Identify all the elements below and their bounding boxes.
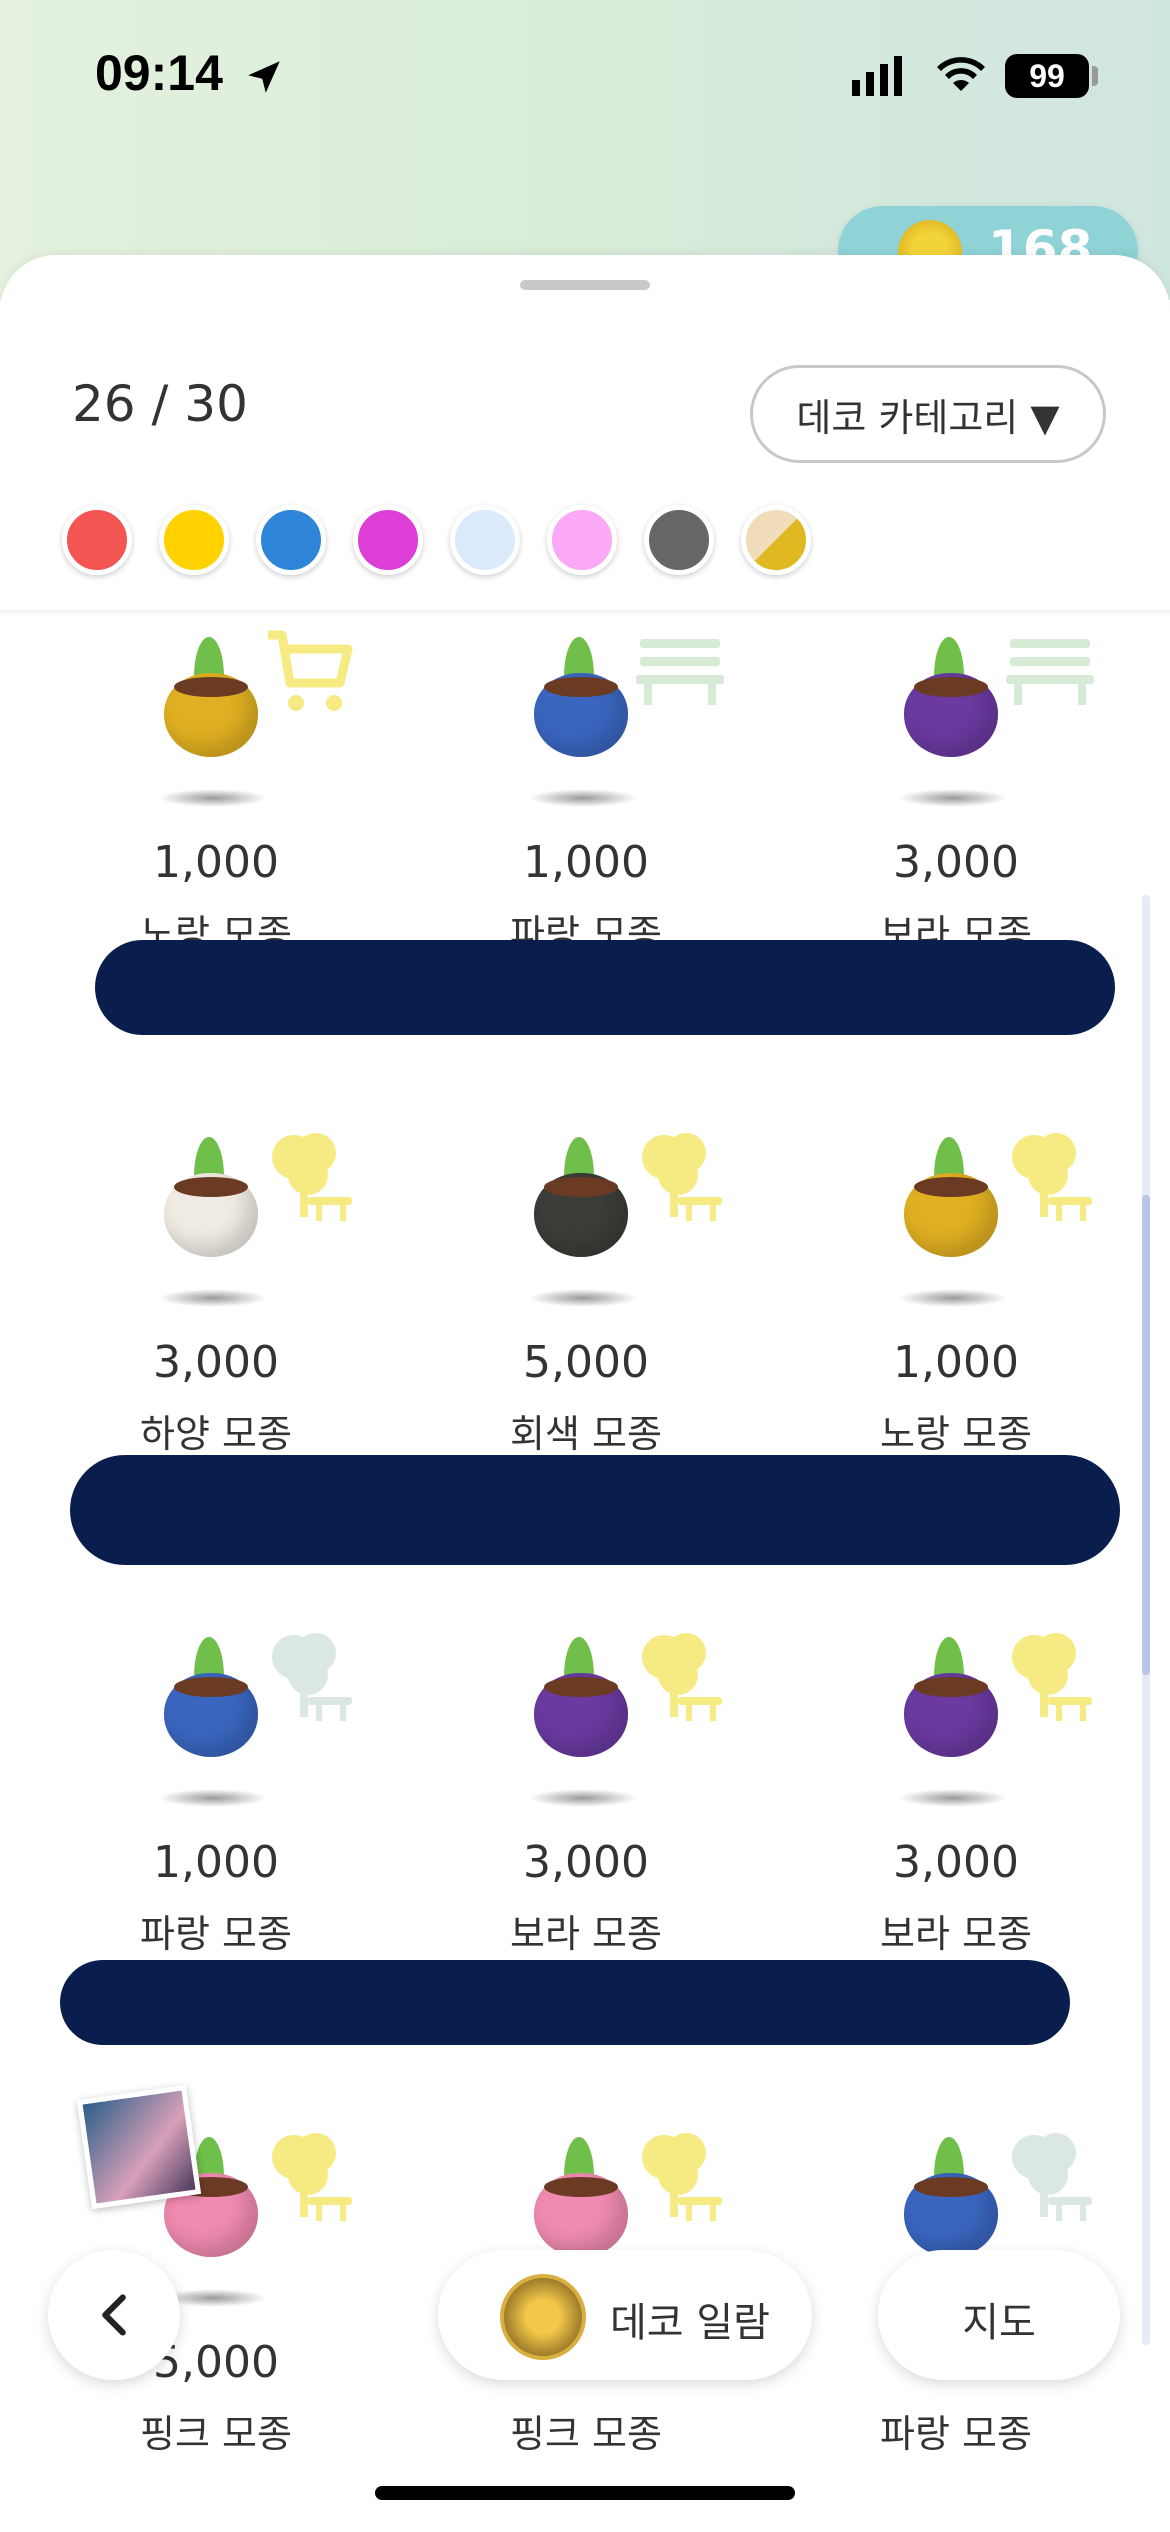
tree-bench-icon bbox=[642, 1133, 722, 1221]
deco-item[interactable]: 3,000 보라 모종 bbox=[456, 1633, 816, 2137]
category-dropdown-button[interactable]: 데코 카테고리 ▼ bbox=[750, 365, 1106, 463]
swatch-magenta[interactable] bbox=[353, 505, 423, 575]
plant-pot-image bbox=[534, 1673, 628, 1757]
home-indicator bbox=[375, 2486, 795, 2500]
swatch-light-blue[interactable] bbox=[450, 505, 520, 575]
item-name: 파랑 모종 bbox=[880, 2412, 1032, 2456]
deco-item[interactable]: 3,000 보라 모종 bbox=[826, 637, 1170, 1137]
plant-pot-image bbox=[534, 2173, 628, 2257]
color-filter bbox=[62, 505, 842, 585]
battery-icon: 99 bbox=[1005, 54, 1089, 98]
item-name: 회색 모종 bbox=[510, 1412, 662, 1456]
item-price: 3,000 bbox=[893, 837, 1019, 888]
deco-item[interactable]: 1,000 파랑 모종 bbox=[456, 637, 816, 1137]
deco-counter: 26 / 30 bbox=[72, 375, 248, 433]
sheet-grabber[interactable] bbox=[520, 280, 650, 290]
map-button[interactable]: 지도 bbox=[878, 2250, 1120, 2380]
battery-tip bbox=[1092, 66, 1098, 86]
item-name: 보라 모종 bbox=[880, 1912, 1032, 1956]
redaction-scribble bbox=[95, 940, 1115, 1035]
bench-icon bbox=[636, 639, 724, 705]
status-bar: 09:14 99 bbox=[0, 0, 1170, 150]
deco-grid: 1,000 노랑 모종 1,000 파랑 모종 3,000 보라 모종 3,000 하양 모종… bbox=[0, 617, 1170, 2532]
item-name: 핑크 모종 bbox=[510, 2412, 662, 2456]
plant-pot-image bbox=[904, 673, 998, 757]
plant-pot-image bbox=[164, 673, 258, 757]
cellular-signal-icon bbox=[852, 56, 902, 96]
pot-shadow bbox=[528, 789, 638, 807]
item-price: 3,000 bbox=[153, 1337, 279, 1388]
chevron-left-icon bbox=[102, 2294, 126, 2336]
swatch-red[interactable] bbox=[62, 505, 132, 575]
item-price: 1,000 bbox=[153, 837, 279, 888]
redaction-scribble bbox=[60, 1960, 1070, 2045]
item-name: 파랑 모종 bbox=[140, 1912, 292, 1956]
item-name: 보라 모종 bbox=[510, 1912, 662, 1956]
item-name: 핑크 모종 bbox=[140, 2412, 292, 2456]
plant-pot-image bbox=[904, 1673, 998, 1757]
swatch-mixed[interactable] bbox=[741, 505, 811, 575]
item-price: 1,000 bbox=[523, 837, 649, 888]
tree-bench-icon bbox=[1012, 1633, 1092, 1721]
tree-bench-icon bbox=[272, 1633, 352, 1721]
back-button[interactable] bbox=[48, 2250, 180, 2380]
deco-item[interactable]: 1,000 파랑 모종 bbox=[86, 1633, 446, 2137]
bench-icon bbox=[1006, 639, 1094, 705]
tree-bench-icon bbox=[272, 1133, 352, 1221]
plant-pot-image bbox=[164, 1673, 258, 1757]
pot-shadow bbox=[898, 1789, 1008, 1807]
status-time: 09:14 bbox=[95, 45, 223, 101]
pot-shadow bbox=[158, 1289, 268, 1307]
item-name: 노랑 모종 bbox=[880, 1412, 1032, 1456]
map-label: 지도 bbox=[962, 2300, 1036, 2346]
location-arrow-icon bbox=[248, 61, 280, 93]
redaction-scribble bbox=[70, 1455, 1120, 1565]
item-price: 3,000 bbox=[523, 1837, 649, 1888]
plant-pot-image bbox=[904, 2173, 998, 2257]
deco-item[interactable]: 1,000 노랑 모종 bbox=[86, 630, 446, 1137]
pot-shadow bbox=[528, 1789, 638, 1807]
plant-pot-image bbox=[534, 673, 628, 757]
plant-pot-image bbox=[904, 1173, 998, 1257]
deco-catalog-label: 데코 일람 bbox=[610, 2300, 770, 2346]
item-price: 1,000 bbox=[893, 1337, 1019, 1388]
pot-shadow bbox=[158, 789, 268, 807]
item-name: 하양 모종 bbox=[140, 1412, 292, 1456]
swatch-blue[interactable] bbox=[256, 505, 326, 575]
tree-bench-icon bbox=[642, 2133, 722, 2221]
deco-catalog-button[interactable]: 데코 일람 bbox=[438, 2250, 812, 2380]
tree-bench-icon bbox=[642, 1633, 722, 1721]
swatch-yellow[interactable] bbox=[159, 505, 229, 575]
cart-icon bbox=[268, 630, 353, 711]
item-price: 1,000 bbox=[153, 1837, 279, 1888]
pot-shadow bbox=[898, 789, 1008, 807]
tree-bench-icon bbox=[272, 2133, 352, 2221]
header-divider bbox=[0, 610, 1170, 616]
item-price: 5,000 bbox=[523, 1337, 649, 1388]
swatch-gray[interactable] bbox=[644, 505, 714, 575]
user-photo-sticker[interactable] bbox=[76, 2084, 202, 2210]
tree-bench-icon bbox=[1012, 1133, 1092, 1221]
plant-pot-image bbox=[534, 1173, 628, 1257]
plant-pot-image bbox=[164, 1173, 258, 1257]
swatch-pink[interactable] bbox=[547, 505, 617, 575]
tree-bench-icon bbox=[1012, 2133, 1092, 2221]
scrollbar[interactable] bbox=[1142, 895, 1150, 2345]
wifi-icon bbox=[937, 57, 985, 91]
deco-item[interactable]: 3,000 보라 모종 bbox=[826, 1633, 1170, 2137]
pot-shadow bbox=[898, 1289, 1008, 1307]
pot-shadow bbox=[158, 1789, 268, 1807]
medal-icon bbox=[500, 2274, 586, 2360]
pot-shadow bbox=[528, 1289, 638, 1307]
scrollbar-thumb[interactable] bbox=[1142, 1195, 1150, 1675]
item-price: 3,000 bbox=[893, 1837, 1019, 1888]
